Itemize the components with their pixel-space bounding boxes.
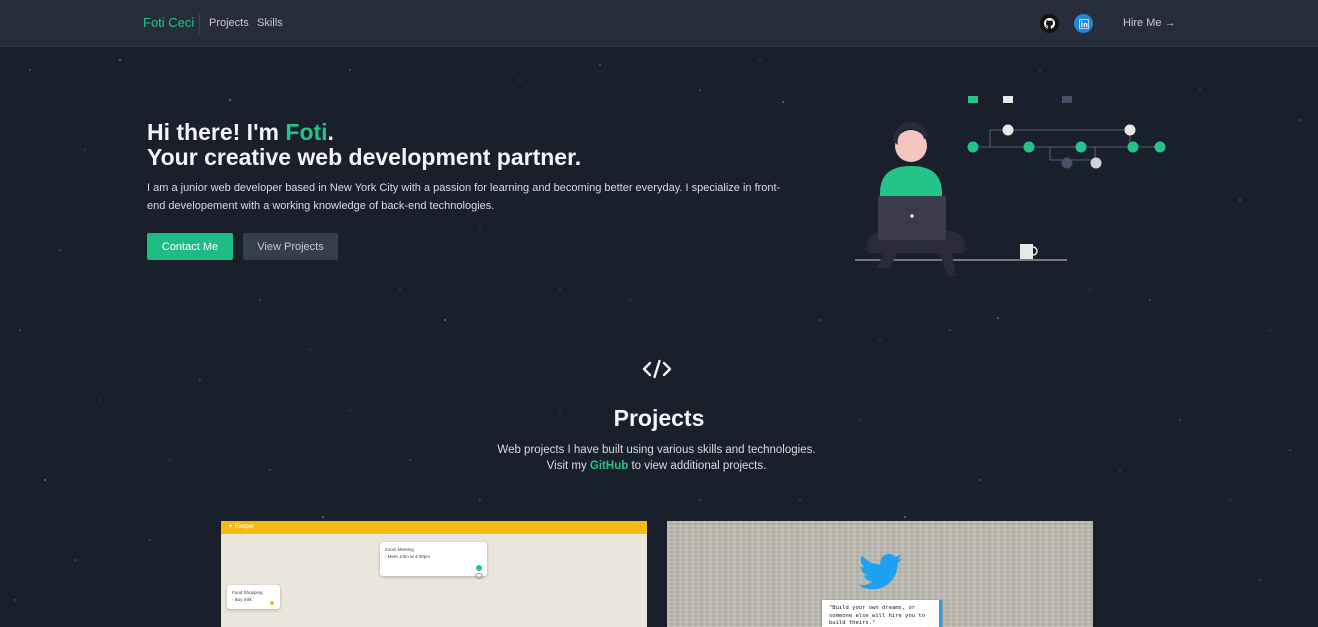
project-card-twitter-quotes[interactable]: "Build your own dreams, or someone else … xyxy=(667,521,1093,627)
contact-me-button[interactable]: Contact Me xyxy=(147,233,233,260)
navbar: Foti Ceci Projects Skills Hire Me → xyxy=(0,0,1318,47)
nav-link-skills[interactable]: Skills xyxy=(257,17,283,29)
nav-link-projects[interactable]: Projects xyxy=(209,17,249,29)
projects-section-subtitle: Web projects I have built using various … xyxy=(0,442,1313,474)
keeper-note-zoom-body: - Meet John at 4:30pm xyxy=(385,554,431,559)
keeper-note-shopping-body: - Buy milk xyxy=(232,597,252,602)
github-icon[interactable] xyxy=(1040,14,1059,33)
github-link[interactable]: GitHub xyxy=(590,460,628,472)
brand-logo-link[interactable]: Foti Ceci xyxy=(143,15,194,30)
hero-greeting-prefix: Hi there! I'm xyxy=(147,119,286,145)
keeper-note-zoom-title: Zoom Meeting xyxy=(385,547,414,552)
projects-section-title: Projects xyxy=(613,405,705,431)
view-projects-button[interactable]: View Projects xyxy=(243,233,338,260)
keeper-delete-icon xyxy=(270,601,274,605)
projects-subtitle-suffix: to view additional projects. xyxy=(628,460,767,472)
hire-me-label: Hire Me xyxy=(1123,17,1162,29)
hero-greeting-suffix: . xyxy=(327,119,334,145)
keeper-note-shopping: Food Shopping - Buy milk xyxy=(227,585,280,609)
hero-name: Foti xyxy=(285,119,328,145)
nav-divider xyxy=(199,14,200,34)
keeper-note-zoom: Zoom Meeting - Meet John at 4:30pm xyxy=(380,542,487,576)
hero-tagline: Your creative web development partner. xyxy=(147,144,582,170)
twitter-bird-icon xyxy=(859,553,903,590)
hero-description: I am a junior web developer based in New… xyxy=(147,182,781,212)
keeper-app-header: ✦ Keeper xyxy=(221,521,647,534)
code-icon xyxy=(642,359,672,379)
hero-heading: Hi there! I'm Foti. Your creative web de… xyxy=(147,120,581,170)
arrow-right-icon: → xyxy=(1164,17,1176,29)
project-card-keeper[interactable]: ✦ Keeper Zoom Meeting - Meet John at 4:3… xyxy=(221,521,647,627)
projects-subtitle-prefix: Visit my xyxy=(546,460,590,472)
projects-subtitle-line1: Web projects I have built using various … xyxy=(497,444,816,456)
keeper-note-shopping-title: Food Shopping xyxy=(232,590,263,595)
linkedin-icon[interactable] xyxy=(1074,14,1093,33)
developer-laptop-illustration xyxy=(855,96,1166,276)
twitter-quote-box: "Build your own dreams, or someone else … xyxy=(822,600,942,627)
keeper-cursor-icon xyxy=(475,573,483,579)
keeper-add-dot xyxy=(476,565,482,571)
hire-me-link[interactable]: Hire Me → xyxy=(1123,17,1176,29)
